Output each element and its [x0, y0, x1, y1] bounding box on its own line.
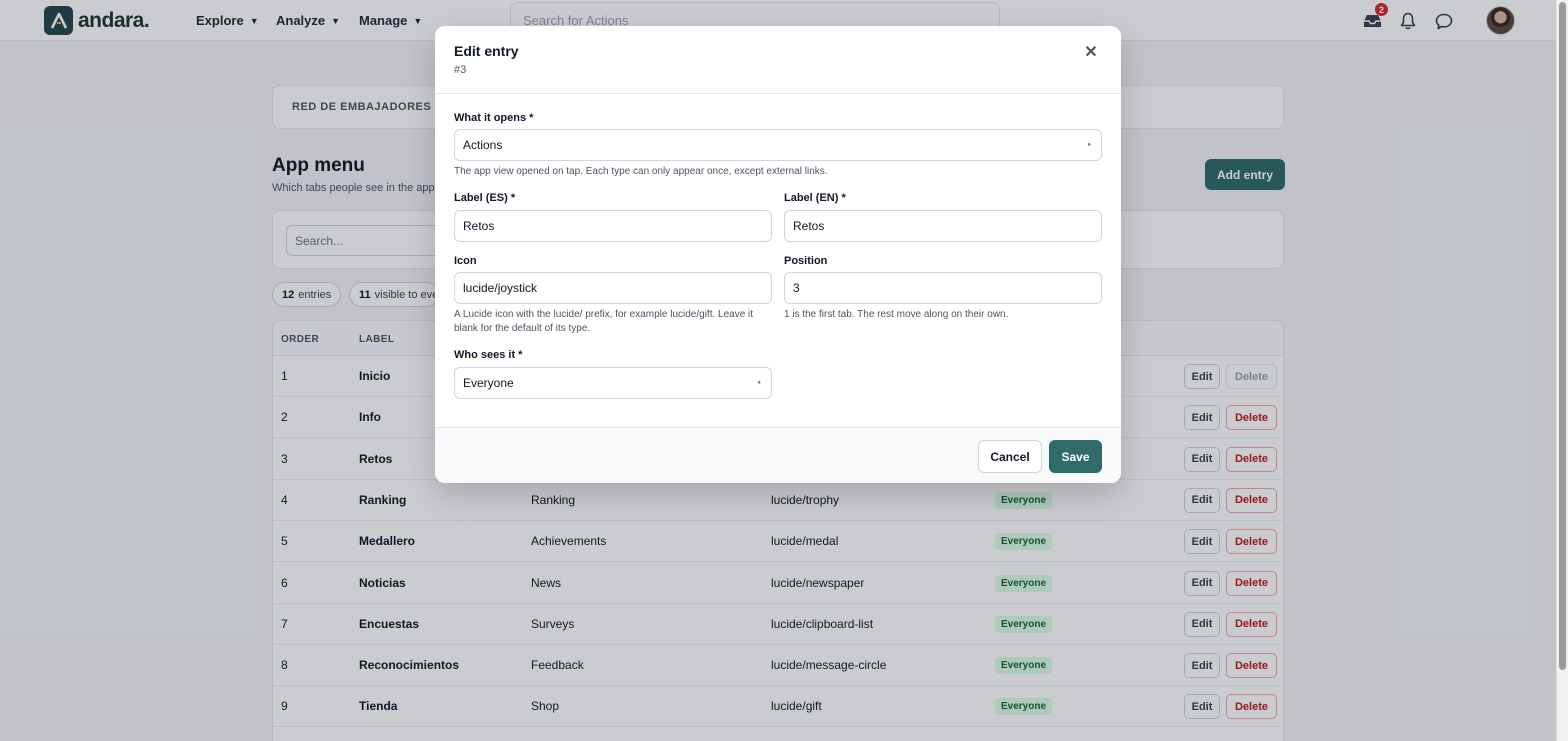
label-es-value: Retos: [463, 219, 495, 233]
what-opens-label: What it opens *: [454, 112, 534, 124]
icon-field-label: Icon: [454, 255, 477, 267]
position-label: Position: [784, 255, 828, 267]
who-sees-value: Everyone: [463, 376, 514, 390]
dialog-header: Edit entry #3 ✕: [435, 26, 1121, 94]
dialog-footer: Cancel Save: [435, 427, 1121, 483]
position-value: 3: [793, 281, 800, 295]
what-opens-help: The app view opened on tap. Each type ca…: [454, 166, 828, 177]
select-caret-icon: ●: [1087, 142, 1091, 148]
close-icon[interactable]: ✕: [1081, 42, 1101, 62]
position-input[interactable]: 3: [784, 272, 1102, 304]
label-es-label: Label (ES) *: [454, 192, 516, 204]
label-en-label: Label (EN) *: [784, 192, 846, 204]
scrollbar-thumb[interactable]: [1559, 2, 1566, 670]
edit-entry-dialog: Edit entry #3 ✕ What it opens * Actions …: [435, 26, 1121, 483]
dialog-subtitle: #3: [454, 64, 467, 76]
what-opens-select[interactable]: Actions ●: [454, 129, 1102, 161]
who-sees-select[interactable]: Everyone ●: [454, 367, 772, 399]
position-help: 1 is the first tab. The rest move along …: [784, 309, 1009, 320]
icon-input[interactable]: lucide/joystick: [454, 272, 772, 304]
what-opens-value: Actions: [463, 138, 503, 152]
label-en-input[interactable]: Retos: [784, 210, 1102, 242]
save-button[interactable]: Save: [1049, 440, 1102, 473]
dialog-title: Edit entry: [454, 43, 519, 59]
icon-help: A Lucide icon with the lucide/ prefix, f…: [454, 309, 754, 334]
cancel-button[interactable]: Cancel: [978, 440, 1042, 473]
icon-value: lucide/joystick: [463, 281, 538, 295]
page-scrollbar[interactable]: [1556, 0, 1568, 741]
label-en-value: Retos: [793, 219, 825, 233]
label-es-input[interactable]: Retos: [454, 210, 772, 242]
who-sees-label: Who sees it *: [454, 349, 523, 361]
select-caret-icon: ●: [757, 380, 761, 386]
